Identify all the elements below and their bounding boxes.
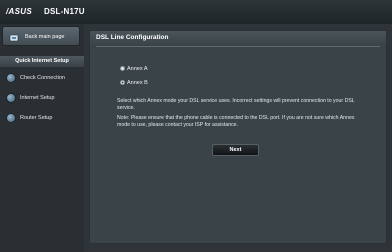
top-bar: /ASUS DSL-N17U: [0, 0, 392, 24]
globe-icon: [6, 73, 16, 83]
title-divider: [96, 46, 380, 47]
dsl-config-panel: DSL Line Configuration Annex A Annex B S…: [89, 30, 387, 244]
annex-note: Note: Please ensure that the phone cable…: [117, 115, 355, 128]
sidebar-item-internet-setup[interactable]: Internet Setup: [2, 89, 82, 107]
globe-icon: [6, 113, 16, 123]
annex-description: Select which Annex mode your DSL service…: [117, 98, 355, 111]
page-title: DSL Line Configuration: [90, 31, 386, 45]
annex-a-label: Annex A: [127, 66, 148, 72]
sidebar-item-label: Internet Setup: [20, 95, 55, 101]
annex-b-label: Annex B: [127, 80, 148, 86]
back-main-page-button[interactable]: Back main page: [2, 26, 80, 46]
home-icon: [9, 32, 19, 42]
sidebar-item-router-setup[interactable]: Router Setup: [2, 109, 82, 127]
next-button[interactable]: Next: [212, 144, 259, 156]
back-main-page-label: Back main page: [25, 34, 65, 40]
sidebar-item-check-connection[interactable]: Check Connection: [2, 69, 82, 87]
sidebar: Back main page Quick Internet Setup Chec…: [0, 24, 84, 252]
annex-a-radio[interactable]: [120, 66, 125, 71]
asus-logo: /ASUS: [6, 7, 32, 16]
annex-b-radio[interactable]: [120, 80, 125, 85]
quick-internet-setup-header: Quick Internet Setup: [0, 56, 84, 67]
sidebar-item-label: Check Connection: [20, 75, 65, 81]
sidebar-item-label: Router Setup: [20, 115, 53, 121]
model-name: DSL-N17U: [44, 7, 85, 16]
router-setup-page: /ASUS DSL-N17U Back main page Quick Inte…: [0, 0, 392, 252]
globe-icon: [6, 93, 16, 103]
